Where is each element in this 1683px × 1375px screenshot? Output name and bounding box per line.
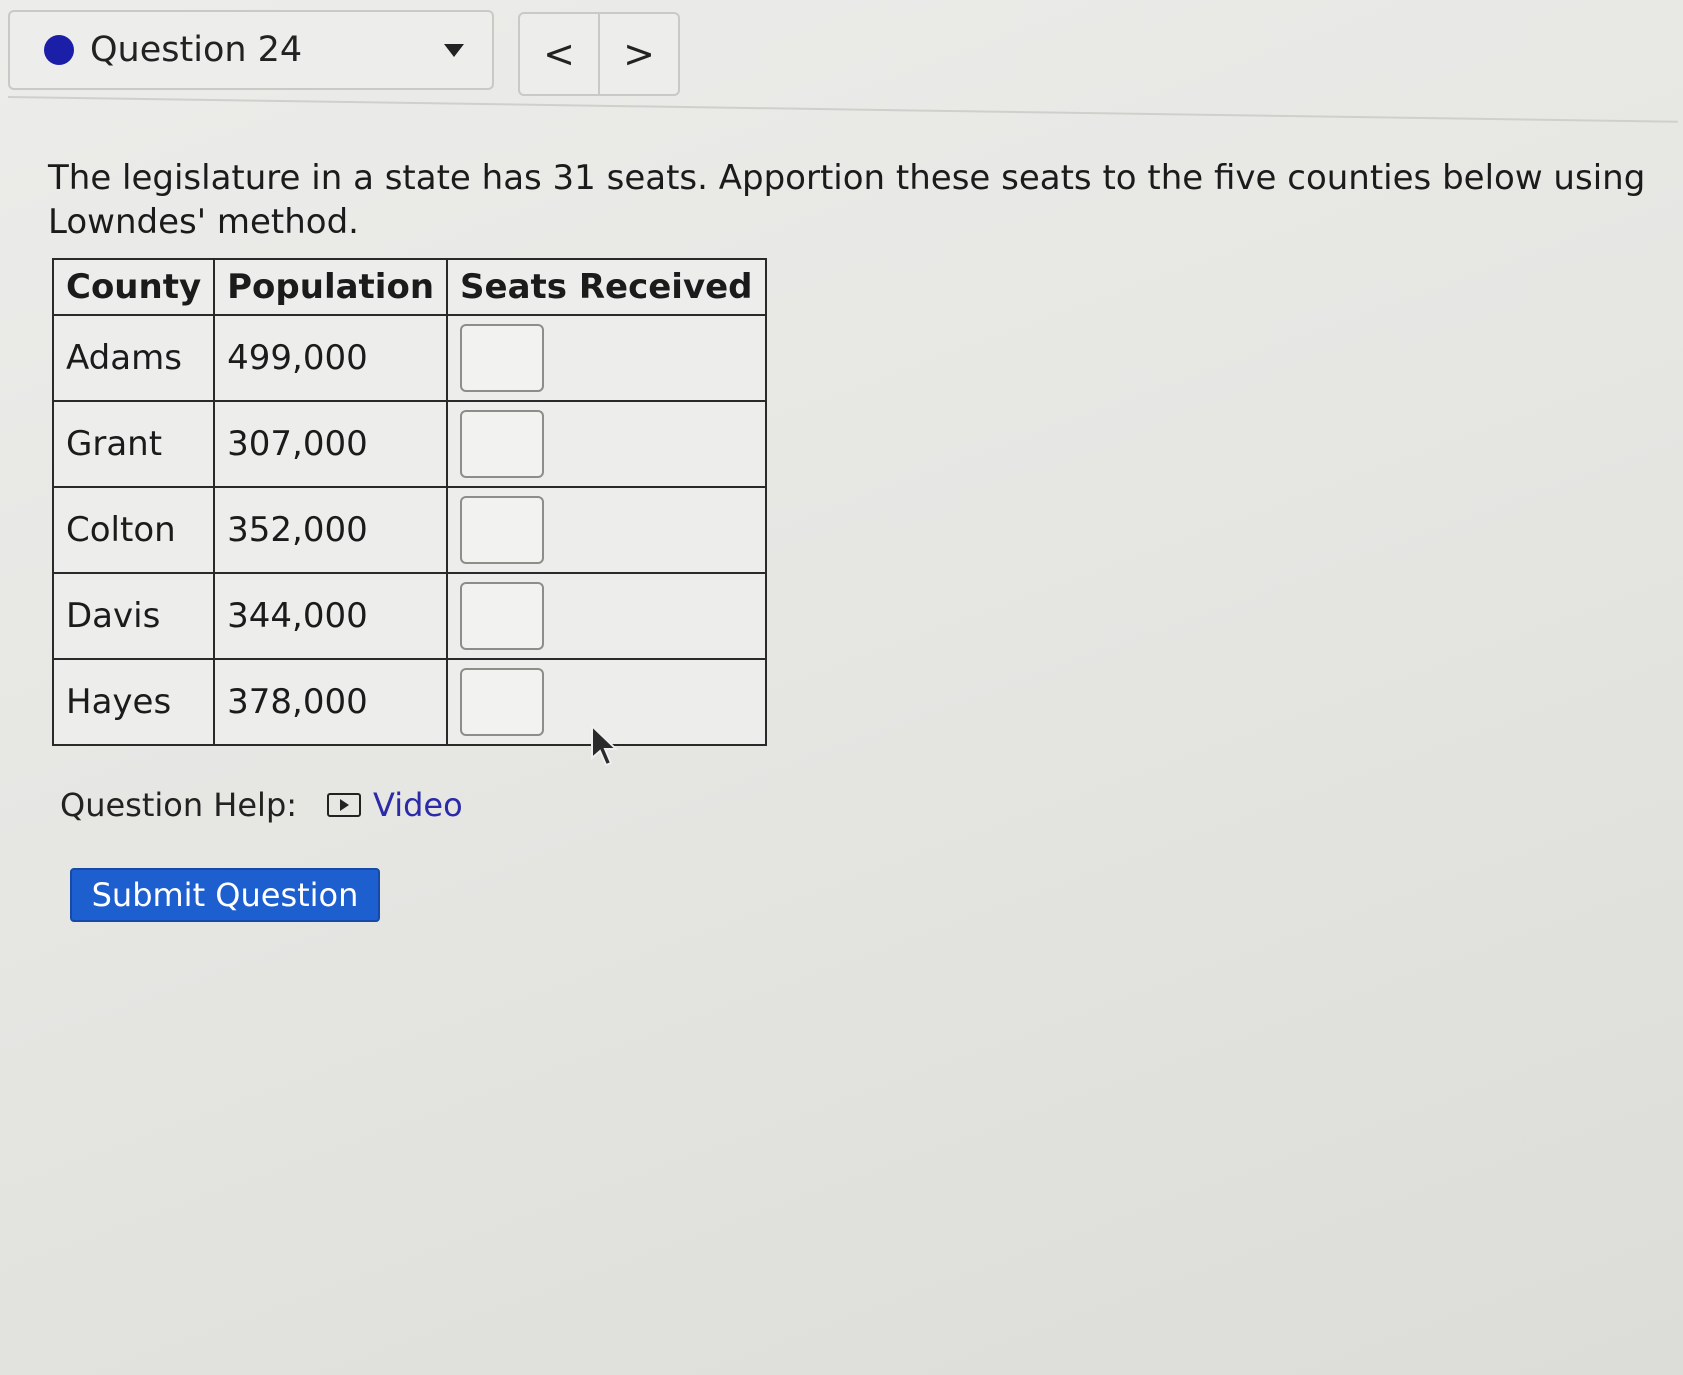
question-selector[interactable]: Question 24	[8, 10, 494, 90]
table-row: Adams 499,000	[51, 314, 767, 402]
county-cell: Adams	[51, 314, 216, 402]
seats-input-hayes[interactable]	[460, 668, 545, 736]
seats-input-grant[interactable]	[460, 410, 545, 478]
caret-down-icon	[444, 43, 464, 57]
table-header-row: County Population Seats Received	[51, 258, 767, 316]
play-box-icon	[327, 793, 362, 817]
seats-cell	[446, 572, 767, 660]
column-header-county: County	[51, 258, 216, 316]
mouse-cursor-icon	[591, 724, 619, 767]
chevron-right-icon: >	[623, 32, 655, 76]
question-prompt: The legislature in a state has 31 seats.…	[48, 158, 1646, 242]
next-question-button[interactable]: >	[598, 14, 678, 94]
column-header-population: Population	[213, 258, 449, 316]
table-row: Hayes 378,000	[51, 658, 767, 746]
video-link-label: Video	[373, 786, 463, 824]
question-nav: < >	[518, 12, 680, 96]
video-help-link[interactable]: Video	[327, 786, 463, 824]
seats-cell	[446, 486, 767, 574]
county-cell: Colton	[51, 486, 216, 574]
county-cell: Hayes	[51, 658, 216, 746]
table-row: Davis 344,000	[51, 572, 767, 660]
submit-question-button[interactable]: Submit Question	[70, 868, 380, 922]
table-row: Colton 352,000	[51, 486, 767, 574]
header-divider	[7, 96, 1678, 123]
population-cell: 499,000	[213, 314, 449, 402]
county-cell: Davis	[51, 572, 216, 660]
seats-input-colton[interactable]	[460, 496, 545, 564]
population-cell: 307,000	[213, 400, 449, 488]
population-cell: 352,000	[213, 486, 449, 574]
population-cell: 378,000	[213, 658, 449, 746]
seats-input-adams[interactable]	[460, 324, 545, 392]
population-cell: 344,000	[213, 572, 449, 660]
county-cell: Grant	[51, 400, 216, 488]
question-help: Question Help: Video	[60, 786, 463, 824]
question-label: Question 24	[90, 30, 303, 70]
seats-cell	[446, 314, 767, 402]
chevron-left-icon: <	[543, 32, 575, 76]
previous-question-button[interactable]: <	[520, 14, 598, 94]
seats-input-davis[interactable]	[460, 582, 545, 650]
question-help-label: Question Help:	[60, 786, 298, 824]
seats-cell	[446, 400, 767, 488]
apportionment-table: County Population Seats Received Adams 4…	[51, 258, 767, 746]
table-row: Grant 307,000	[51, 400, 767, 488]
column-header-seats: Seats Received	[446, 258, 767, 316]
status-dot	[44, 35, 74, 65]
